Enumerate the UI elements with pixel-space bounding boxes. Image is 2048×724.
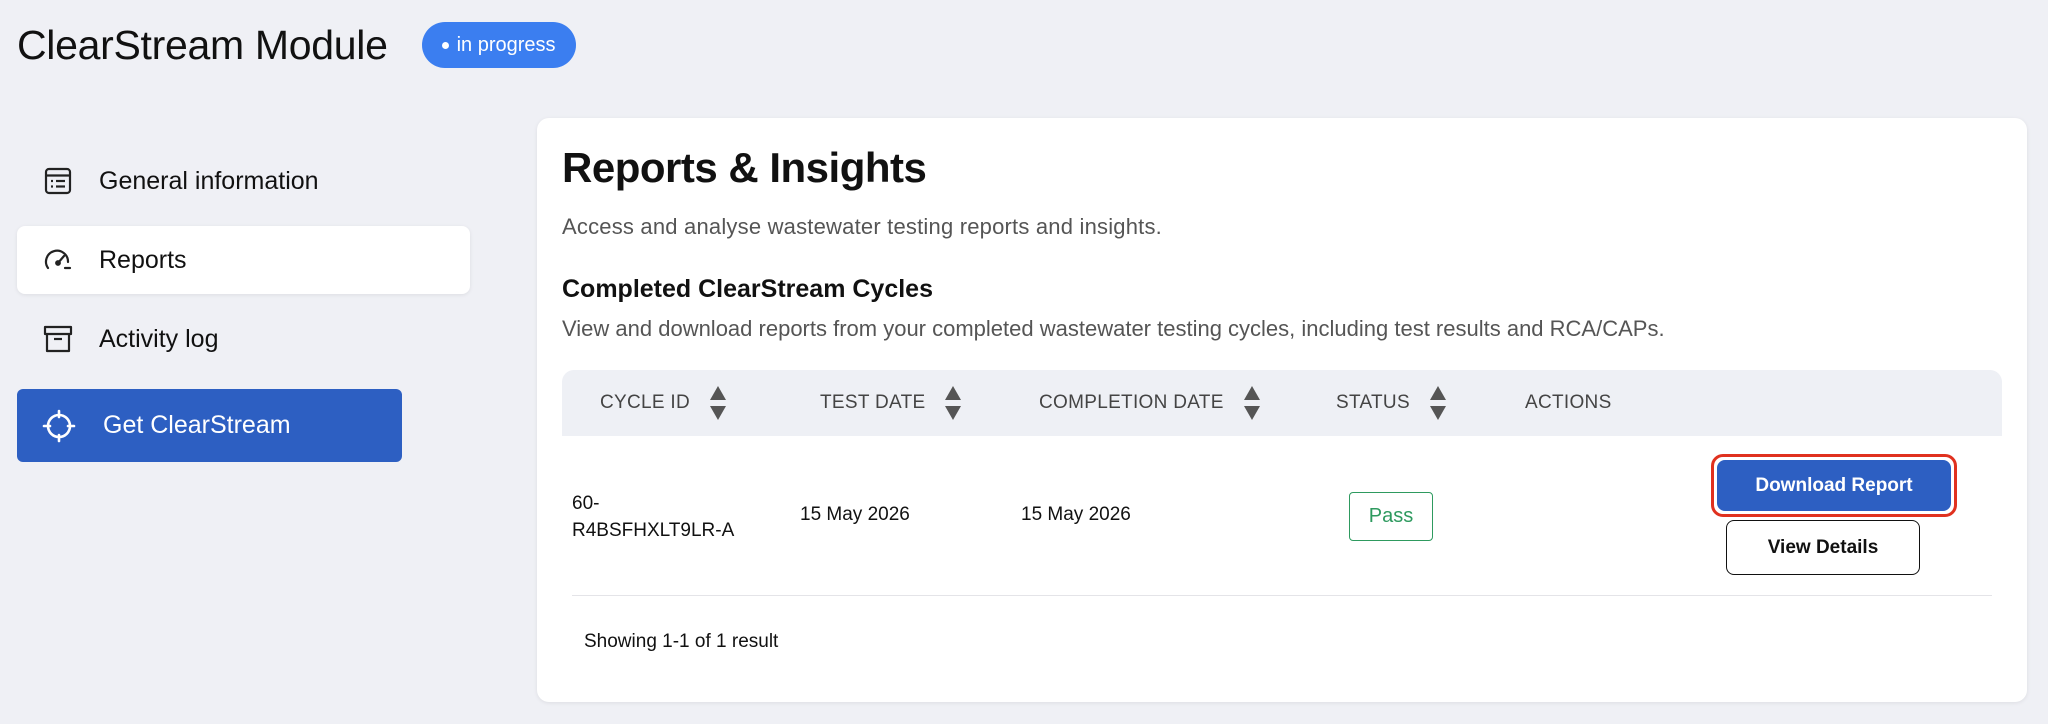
- get-clearstream-label: Get ClearStream: [103, 411, 291, 439]
- sort-icon: [1243, 386, 1260, 420]
- column-header-actions: ACTIONS: [1525, 392, 1612, 413]
- get-clearstream-button[interactable]: Get ClearStream: [17, 389, 402, 462]
- view-details-button[interactable]: View Details: [1726, 520, 1920, 575]
- page-title: Reports & Insights: [562, 144, 927, 191]
- column-header-completion-date[interactable]: COMPLETION DATE: [1039, 370, 1260, 436]
- page-subtitle: Access and analyse wastewater testing re…: [562, 214, 1162, 239]
- sidebar-item-label: General information: [99, 166, 319, 195]
- cycles-table: CYCLE ID TEST DATE COMPLETION DATE STATU…: [562, 370, 2002, 596]
- sidebar-item-general-information[interactable]: General information: [17, 147, 470, 215]
- app-title: ClearStream Module: [17, 21, 388, 68]
- status-dot-icon: [441, 41, 449, 49]
- cycle-id-cell: 60-R4BSFHXLT9LR-A: [572, 493, 735, 541]
- sidebar-item-label: Activity log: [99, 324, 219, 353]
- status-pill: in progress: [421, 22, 576, 68]
- status-badge: Pass: [1349, 492, 1433, 541]
- archive-icon: [41, 322, 75, 356]
- column-header-test-date[interactable]: TEST DATE: [820, 370, 962, 436]
- sort-icon: [1429, 386, 1446, 420]
- column-header-cycle-id[interactable]: CYCLE ID: [600, 370, 727, 436]
- sidebar-item-reports[interactable]: Reports: [17, 226, 470, 294]
- sidebar-item-label: Reports: [99, 245, 187, 274]
- status-pill-label: in progress: [456, 33, 556, 56]
- gauge-icon: [41, 243, 75, 277]
- sort-icon: [710, 386, 727, 420]
- table-row: 60-R4BSFHXLT9LR-A 15 May 2026 15 May 202…: [572, 436, 1992, 596]
- table-header: CYCLE ID TEST DATE COMPLETION DATE STATU…: [562, 370, 2002, 436]
- sidebar-item-activity-log[interactable]: Activity log: [17, 305, 470, 373]
- sidebar: General information Reports Activity log: [17, 147, 470, 462]
- completion-date-cell: 15 May 2026: [1021, 504, 1131, 525]
- download-report-highlight: Download Report: [1711, 454, 1957, 517]
- crosshair-icon: [41, 408, 77, 444]
- reports-card: Reports & Insights Access and analyse wa…: [537, 118, 2027, 702]
- column-header-status[interactable]: STATUS: [1336, 370, 1446, 436]
- section-description: View and download reports from your comp…: [562, 316, 1665, 341]
- pagination-summary: Showing 1-1 of 1 result: [584, 631, 779, 652]
- download-report-button[interactable]: Download Report: [1717, 460, 1951, 511]
- list-icon: [41, 164, 75, 198]
- section-title: Completed ClearStream Cycles: [562, 275, 933, 303]
- sort-icon: [945, 386, 962, 420]
- page-header: ClearStream Module in progress: [17, 18, 576, 72]
- test-date-cell: 15 May 2026: [800, 504, 910, 525]
